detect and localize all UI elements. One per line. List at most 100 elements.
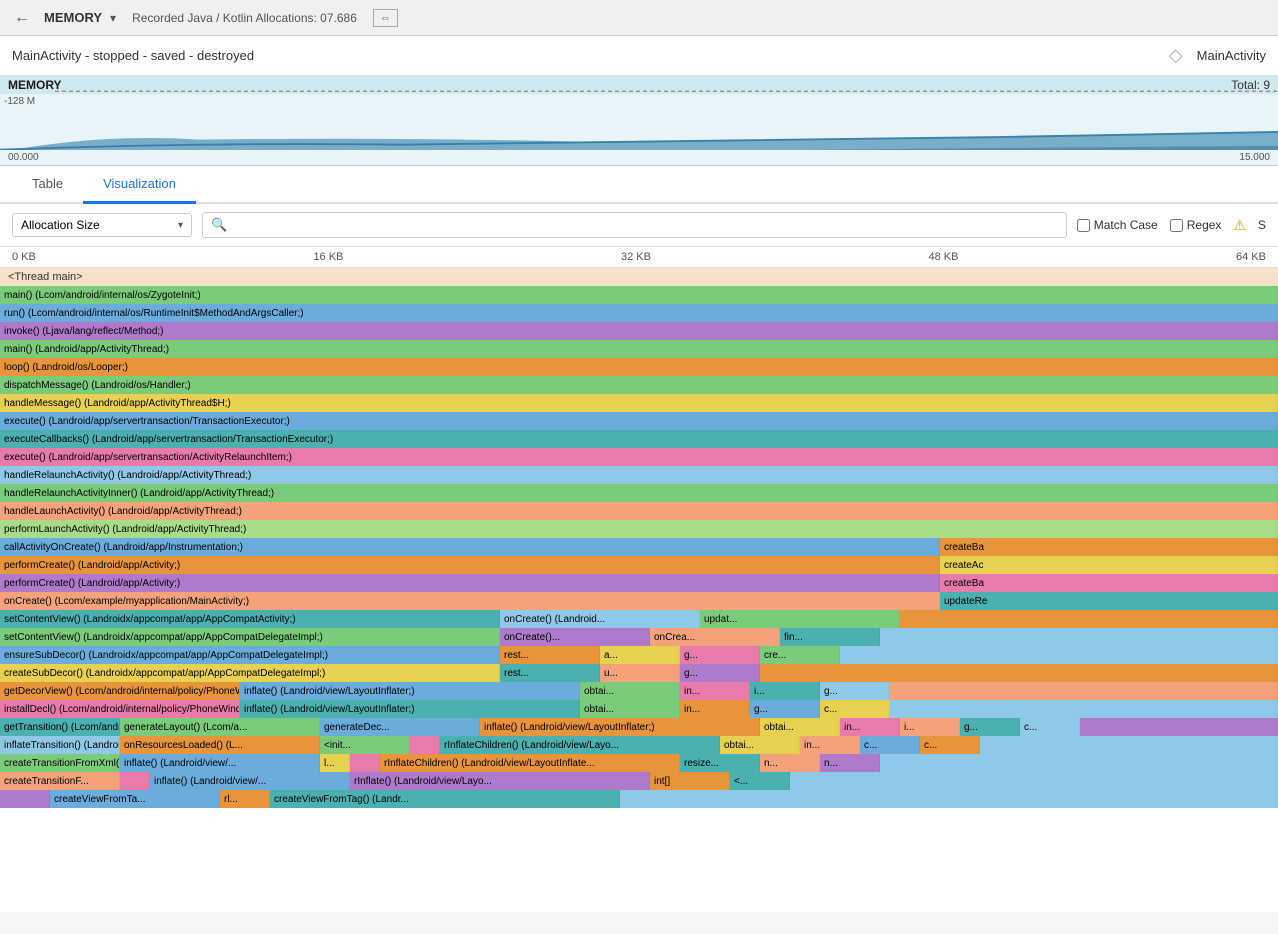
flame-cell: performCreate() (Landroid/app/Activity;): [0, 556, 940, 574]
scale-32kb: 32 KB: [621, 251, 651, 263]
flame-cell: rInflateChildren() (Landroid/view/Layo..…: [440, 736, 720, 754]
flame-cell: a...: [600, 646, 680, 664]
flame-cell: fin...: [780, 628, 880, 646]
search-box: 🔍: [202, 212, 1067, 238]
flame-row: run() (Lcom/android/internal/os/RuntimeI…: [0, 304, 1278, 322]
flame-cell: generateDec...: [320, 718, 480, 736]
flame-row: createTransitionFromXml(... inflate() (L…: [0, 754, 1278, 772]
flame-cell: handleRelaunchActivity() (Landroid/app/A…: [0, 466, 1278, 484]
time-start: 00.000: [8, 152, 39, 163]
flame-cell: loop() (Landroid/os/Looper;): [0, 358, 1278, 376]
filter-bar: Allocation Size ▾ 🔍 Match Case Regex ⚠ S: [0, 204, 1278, 247]
flame-cell: inflate() (Landroid/view/...: [150, 772, 350, 790]
flame-row: onCreate() (Lcom/example/myapplication/M…: [0, 592, 1278, 610]
fit-button[interactable]: ⇔: [373, 9, 398, 27]
flame-cell: l...: [320, 754, 350, 772]
scale-0kb: 0 KB: [12, 251, 36, 263]
flame-cell: g...: [960, 718, 1020, 736]
flame-row: callActivityOnCreate() (Landroid/app/Ins…: [0, 538, 1278, 556]
flame-row: handleMessage() (Landroid/app/ActivityTh…: [0, 394, 1278, 412]
flame-cell: handleRelaunchActivityInner() (Landroid/…: [0, 484, 1278, 502]
flame-cell: getTransition() (Lcom/andr...: [0, 718, 120, 736]
flame-row: main() (Landroid/app/ActivityThread;): [0, 340, 1278, 358]
flame-cell: invoke() (Ljava/lang/reflect/Method;): [0, 322, 1278, 340]
flame-row: dispatchMessage() (Landroid/os/Handler;): [0, 376, 1278, 394]
flame-cell: in...: [800, 736, 860, 754]
match-case-checkbox[interactable]: [1077, 219, 1090, 232]
flame-cell: cre...: [760, 646, 840, 664]
flame-cell: inflate() (Landroid/view/LayoutInflater;…: [480, 718, 760, 736]
memory-timeline: 00.000 15.000: [0, 150, 1278, 165]
flame-cell: createTransitionF...: [0, 772, 120, 790]
warning-icon: ⚠: [1233, 217, 1246, 234]
flame-cell: i...: [750, 682, 820, 700]
flame-cell: run() (Lcom/android/internal/os/RuntimeI…: [0, 304, 1278, 322]
flame-cell: c...: [1020, 718, 1080, 736]
sort-arrow-icon: ▾: [178, 220, 183, 231]
flame-cell: createAc: [940, 556, 1278, 574]
match-case-option[interactable]: Match Case: [1077, 218, 1158, 232]
flame-cell: installDecl() (Lcom/android/internal/pol…: [0, 700, 240, 718]
tab-table[interactable]: Table: [12, 166, 83, 204]
flame-cell: i...: [900, 718, 960, 736]
flame-row: execute() (Landroid/app/servertransactio…: [0, 448, 1278, 466]
back-button[interactable]: ←: [8, 7, 36, 29]
flame-cell: createViewFromTa...: [50, 790, 220, 808]
sort-dropdown[interactable]: Allocation Size ▾: [12, 213, 192, 237]
flame-cell: setContentView() (Landroidx/appcompat/ap…: [0, 628, 500, 646]
flame-cell: main() (Lcom/android/internal/os/ZygoteI…: [0, 286, 1278, 304]
flame-cell: in...: [680, 700, 750, 718]
flame-cell: [900, 610, 1278, 628]
flame-row: inflateTransition() (Landroi... onResour…: [0, 736, 1278, 754]
viz-area[interactable]: <Thread main> main() (Lcom/android/inter…: [0, 268, 1278, 912]
flame-cell: inflate() (Landroid/view/LayoutInflater;…: [240, 682, 580, 700]
flame-cell: <...: [730, 772, 790, 790]
flame-row: main() (Lcom/android/internal/os/ZygoteI…: [0, 286, 1278, 304]
flame-cell: in...: [840, 718, 900, 736]
flame-row: getDecorView() (Lcom/android/internal/po…: [0, 682, 1278, 700]
match-case-label: Match Case: [1094, 218, 1158, 232]
flame-cell: obtai...: [580, 682, 680, 700]
tab-visualization[interactable]: Visualization: [83, 166, 196, 204]
flame-cell: inflate() (Landroid/view/LayoutInflater;…: [240, 700, 580, 718]
flame-row: handleRelaunchActivity() (Landroid/app/A…: [0, 466, 1278, 484]
flame-cell: main() (Landroid/app/ActivityThread;): [0, 340, 1278, 358]
search-input[interactable]: [233, 218, 1058, 232]
flame-cell: inflateTransition() (Landroi...: [0, 736, 120, 754]
flame-cell: [880, 628, 1278, 646]
flame-row: execute() (Landroid/app/servertransactio…: [0, 412, 1278, 430]
flame-cell: g...: [750, 700, 820, 718]
flame-cell: n...: [820, 754, 880, 772]
flame-row: getTransition() (Lcom/andr... generateLa…: [0, 718, 1278, 736]
rotate-icon: ◇: [1169, 45, 1183, 66]
flame-cell: handleLaunchActivity() (Landroid/app/Act…: [0, 502, 1278, 520]
flame-cell: onCreate() (Landroid...: [500, 610, 700, 628]
warning-extra: S: [1258, 218, 1266, 232]
flame-cell: [890, 682, 1278, 700]
flame-cell: inflate() (Landroid/view/...: [120, 754, 320, 772]
regex-checkbox[interactable]: [1170, 219, 1183, 232]
flame-row: handleRelaunchActivityInner() (Landroid/…: [0, 484, 1278, 502]
flame-cell: updat...: [700, 610, 900, 628]
flame-cell: int[]: [650, 772, 730, 790]
header-dropdown[interactable]: ▾: [110, 11, 116, 25]
regex-option[interactable]: Regex: [1170, 218, 1222, 232]
flame-cell: createSubDecor() (Landroidx/appcompat/ap…: [0, 664, 500, 682]
flame-cell: dispatchMessage() (Landroid/os/Handler;): [0, 376, 1278, 394]
flame-row: createTransitionF... inflate() (Landroid…: [0, 772, 1278, 790]
flame-cell: c...: [820, 700, 890, 718]
flame-cell: execute() (Landroid/app/servertransactio…: [0, 448, 1278, 466]
flame-cell: createTransitionFromXml(...: [0, 754, 120, 772]
flame-cell: [840, 646, 1278, 664]
flame-row: performLaunchActivity() (Landroid/app/Ac…: [0, 520, 1278, 538]
memory-chart: MEMORY Total: 9 -128 M 00.000 15.000: [0, 76, 1278, 166]
flame-cell: [1080, 718, 1278, 736]
search-icon: 🔍: [211, 217, 227, 233]
flame-cell: rInflate() (Landroid/view/Layo...: [350, 772, 650, 790]
flame-row: ensureSubDecor() (Landroidx/appcompat/ap…: [0, 646, 1278, 664]
flame-cell: obtai...: [720, 736, 800, 754]
flame-cell: onCreate() (Lcom/example/myapplication/M…: [0, 592, 940, 610]
flame-cell: resize...: [680, 754, 760, 772]
flame-row: performCreate() (Landroid/app/Activity;)…: [0, 574, 1278, 592]
flame-row: createSubDecor() (Landroidx/appcompat/ap…: [0, 664, 1278, 682]
